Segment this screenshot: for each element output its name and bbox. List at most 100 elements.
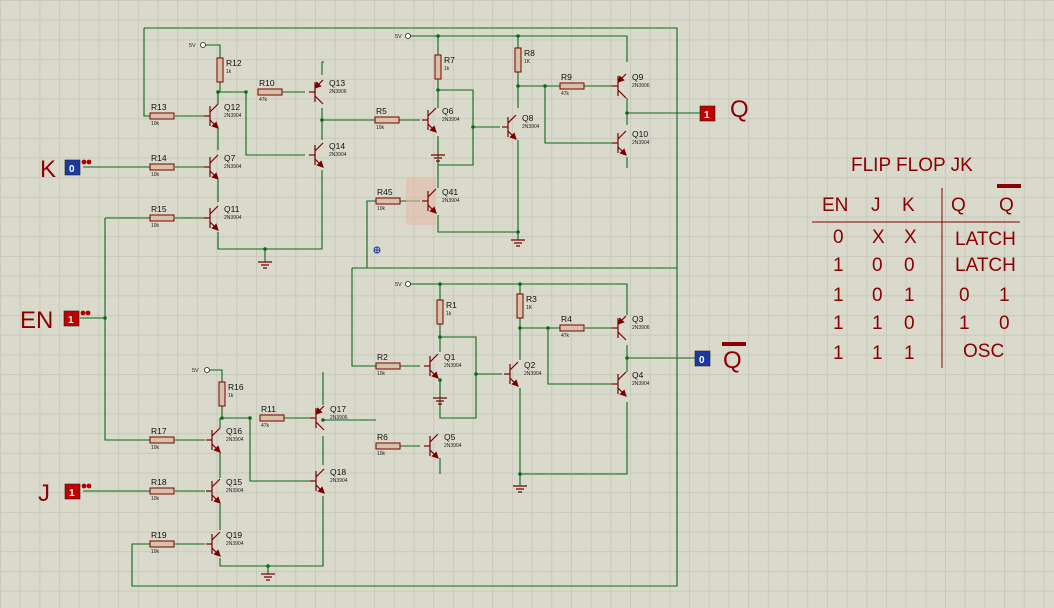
svg-text:R13: R13	[151, 102, 167, 112]
svg-text:R9: R9	[561, 72, 572, 82]
svg-text:1K: 1K	[524, 59, 531, 65]
svg-text:10k: 10k	[151, 549, 160, 555]
svg-text:R10: R10	[259, 78, 275, 88]
junctions	[103, 34, 629, 568]
svg-text:2N3906: 2N3906	[632, 325, 650, 331]
overbar	[722, 342, 746, 346]
crosshair-icon	[373, 246, 381, 254]
svg-text:2N3904: 2N3904	[444, 443, 462, 449]
svg-text:Q3: Q3	[632, 314, 644, 324]
resistor-r9[interactable]: R9 47k	[559, 72, 585, 97]
svg-text:1: 1	[904, 285, 915, 306]
svg-text:1: 1	[872, 313, 883, 334]
transistor-q18[interactable]: Q182N3904	[310, 467, 348, 494]
resistor-r4[interactable]: R4 47k	[559, 314, 585, 339]
svg-text:1k: 1k	[226, 69, 232, 75]
svg-text:2N3904: 2N3904	[442, 198, 460, 204]
svg-text:1: 1	[69, 488, 75, 499]
svg-text:Q41: Q41	[442, 187, 458, 197]
resistor-r11[interactable]: R11 47k	[259, 404, 285, 429]
resistor-r16[interactable]: R161k	[218, 381, 244, 407]
resistor-r45[interactable]: R45 10k	[375, 187, 401, 212]
transistor-q17[interactable]: Q172N3906	[310, 404, 348, 431]
svg-text:0: 0	[999, 313, 1010, 334]
svg-text:1: 1	[872, 343, 883, 364]
svg-text:Q17: Q17	[330, 404, 346, 414]
svg-text:10k: 10k	[377, 371, 386, 377]
input-label-en: EN	[20, 307, 53, 334]
svg-text:2N3904: 2N3904	[442, 117, 460, 123]
resistor-r18[interactable]: R18 10k	[149, 477, 175, 502]
resistor-r6[interactable]: R6 10k	[375, 432, 401, 457]
transistor-q7[interactable]: Q72N3904	[204, 153, 242, 180]
resistor-r17[interactable]: R17 10k	[149, 426, 175, 451]
resistor-r10[interactable]: R10 47k	[257, 78, 283, 103]
svg-text:Q13: Q13	[329, 78, 345, 88]
svg-text:2N3904: 2N3904	[224, 164, 242, 170]
probe-qn[interactable]: 0	[694, 350, 711, 367]
svg-text:1: 1	[999, 285, 1010, 306]
transistor-q15[interactable]: Q152N3904	[206, 477, 244, 504]
schematic-canvas[interactable]: 5V 5V 5V 5V R121kR1047kR1310kR1410kR1510…	[0, 0, 1054, 608]
vcc-terminal-2	[405, 33, 411, 39]
svg-text:LATCH: LATCH	[955, 229, 1016, 250]
svg-text:0: 0	[872, 255, 883, 276]
transistor-q5[interactable]: Q52N3904	[424, 432, 462, 459]
svg-text:Q11: Q11	[224, 204, 240, 214]
svg-text:2N3906: 2N3906	[632, 83, 650, 89]
transistor-q9[interactable]: Q92N3906	[612, 72, 650, 99]
resistor-r19[interactable]: R19 10k	[149, 530, 175, 555]
svg-text:0: 0	[69, 164, 75, 175]
svg-text:10k: 10k	[376, 125, 385, 131]
transistor-q10[interactable]: Q102N3904	[612, 129, 650, 156]
svg-text:Q5: Q5	[444, 432, 456, 442]
resistor-r14[interactable]: R14 10k	[149, 153, 175, 178]
svg-text:R4: R4	[561, 314, 572, 324]
resistor-r1[interactable]: R11k	[436, 299, 457, 325]
resistor-r13[interactable]: R13 10k	[149, 102, 175, 127]
transistor-q4[interactable]: Q42N3904	[612, 370, 650, 397]
transistor-q3[interactable]: Q32N3906	[612, 314, 650, 341]
resistor-r3[interactable]: R31K	[516, 293, 537, 319]
transistor-q8[interactable]: Q82N3904	[502, 113, 540, 140]
transistor-q2[interactable]: Q22N3904	[504, 360, 542, 387]
resistor-r8[interactable]: R81K	[514, 47, 535, 73]
header-j: J	[871, 195, 881, 216]
svg-text:Q14: Q14	[329, 141, 345, 151]
ground-icon	[513, 485, 527, 493]
svg-text:Q16: Q16	[226, 426, 242, 436]
svg-text:1: 1	[704, 110, 710, 121]
transistor-q1[interactable]: Q12N3904	[424, 352, 462, 379]
transistor-q19[interactable]: Q192N3904	[206, 530, 244, 557]
transistor-q14[interactable]: Q142N3904	[309, 141, 347, 168]
transistor-q6[interactable]: Q62N3904	[422, 106, 460, 133]
svg-text:R15: R15	[151, 204, 167, 214]
svg-text:2N3904: 2N3904	[226, 541, 244, 547]
svg-text:47k: 47k	[261, 423, 270, 429]
svg-text:47k: 47k	[259, 97, 268, 103]
svg-text:2N3906: 2N3906	[329, 89, 347, 95]
resistor-r2[interactable]: R2 10k	[375, 352, 401, 377]
resistor-r12[interactable]: R121k	[216, 57, 242, 83]
header-en: EN	[822, 195, 848, 216]
transistor-q13[interactable]: Q132N3906	[309, 78, 347, 105]
svg-text:1: 1	[833, 255, 844, 276]
svg-text:X: X	[872, 227, 885, 248]
resistor-r15[interactable]: R15 10k	[149, 204, 175, 229]
header-qn: Q	[999, 195, 1014, 216]
resistor-r7[interactable]: R71k	[434, 54, 455, 80]
svg-text:Q1: Q1	[444, 352, 456, 362]
svg-text:Q9: Q9	[632, 72, 644, 82]
transistor-q11[interactable]: Q112N3904	[204, 204, 242, 231]
svg-text:1: 1	[833, 343, 844, 364]
svg-text:0: 0	[904, 313, 915, 334]
truth-table: FLIP FLOP JK EN J K Q Q 0 X X LATCH 1 0 …	[812, 155, 1021, 368]
transistor-q16[interactable]: Q162N3904	[206, 426, 244, 453]
svg-text:X: X	[904, 227, 917, 248]
probe-q[interactable]: 1	[699, 105, 716, 122]
resistors: R121kR1047kR1310kR1410kR1510kR71kR81KR94…	[149, 47, 585, 555]
transistor-q12[interactable]: Q122N3904	[204, 102, 242, 129]
overbar	[997, 184, 1021, 188]
resistor-r5[interactable]: R5 10k	[374, 106, 400, 131]
svg-text:1: 1	[833, 285, 844, 306]
